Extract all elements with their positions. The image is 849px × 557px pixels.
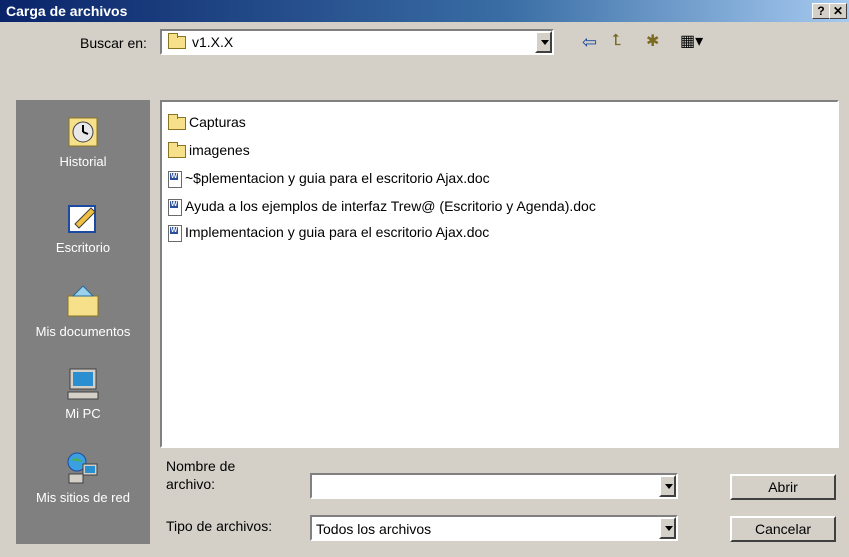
chevron-down-icon[interactable] bbox=[659, 517, 676, 539]
file-name: Ayuda a los ejemplos de interfaz Trew@ (… bbox=[185, 198, 596, 214]
cancel-button[interactable]: Cancelar bbox=[730, 516, 836, 542]
up-folder-icon[interactable]: ⮤ bbox=[612, 32, 621, 50]
open-button[interactable]: Abrir bbox=[730, 474, 836, 500]
folder-icon bbox=[168, 141, 186, 158]
place-label: Historial bbox=[59, 154, 107, 169]
filename-label: Nombre de bbox=[166, 458, 236, 474]
desktop-icon bbox=[68, 205, 96, 233]
list-item[interactable]: Implementacion y guia para el escritorio… bbox=[168, 222, 489, 242]
close-button[interactable]: ✕ bbox=[829, 3, 847, 19]
my-computer-icon bbox=[67, 368, 99, 400]
place-network[interactable]: Mis sitios de red bbox=[16, 450, 150, 505]
filetype-value: Todos los archivos bbox=[316, 521, 432, 537]
file-name: ~$plementacion y guia para el escritorio… bbox=[185, 170, 490, 186]
filetype-select[interactable]: Todos los archivos bbox=[310, 515, 678, 541]
word-doc-icon bbox=[168, 198, 182, 216]
place-desktop[interactable]: Escritorio bbox=[16, 200, 150, 255]
place-my-computer[interactable]: Mi PC bbox=[16, 366, 150, 421]
file-list[interactable]: Capturas imagenes ~$plementacion y guia … bbox=[160, 100, 839, 448]
back-icon[interactable]: ⇦ bbox=[582, 32, 597, 53]
place-label: Mis sitios de red bbox=[36, 490, 130, 505]
filename-label-2: archivo: bbox=[166, 476, 216, 492]
list-item[interactable]: ~$plementacion y guia para el escritorio… bbox=[168, 168, 490, 188]
place-label: Mis documentos bbox=[35, 324, 131, 339]
help-button[interactable]: ? bbox=[812, 3, 830, 19]
folder-icon bbox=[168, 33, 186, 52]
new-folder-icon[interactable]: ✱ bbox=[646, 31, 659, 51]
network-places-icon bbox=[67, 452, 98, 484]
window-title: Carga de archivos bbox=[6, 3, 128, 19]
chevron-down-icon[interactable] bbox=[535, 31, 552, 53]
file-name: Implementacion y guia para el escritorio… bbox=[185, 224, 490, 240]
word-doc-icon bbox=[168, 170, 182, 188]
my-documents-icon bbox=[67, 285, 99, 317]
filetype-label: Tipo de archivos: bbox=[166, 518, 273, 534]
file-name: Capturas bbox=[189, 114, 246, 130]
folder-icon bbox=[168, 113, 186, 130]
word-doc-icon bbox=[168, 224, 182, 242]
view-menu-icon[interactable]: ▦▾ bbox=[680, 31, 703, 51]
lookin-combo[interactable]: v1.X.X bbox=[160, 29, 554, 55]
file-name: imagenes bbox=[189, 142, 250, 158]
lookin-label: Buscar en: bbox=[80, 35, 147, 51]
filename-input[interactable] bbox=[310, 473, 678, 499]
chevron-down-icon[interactable] bbox=[659, 475, 676, 497]
history-icon bbox=[68, 117, 98, 147]
list-item[interactable]: Capturas bbox=[168, 112, 246, 132]
place-history[interactable]: Historial bbox=[16, 114, 150, 169]
places-bar: Historial Escritorio Mis documentos Mi P… bbox=[16, 100, 150, 544]
lookin-value: v1.X.X bbox=[192, 34, 234, 50]
place-label: Escritorio bbox=[55, 240, 111, 255]
place-my-documents[interactable]: Mis documentos bbox=[16, 284, 150, 339]
list-item[interactable]: Ayuda a los ejemplos de interfaz Trew@ (… bbox=[168, 196, 596, 216]
list-item[interactable]: imagenes bbox=[168, 140, 250, 160]
place-label: Mi PC bbox=[65, 406, 101, 421]
